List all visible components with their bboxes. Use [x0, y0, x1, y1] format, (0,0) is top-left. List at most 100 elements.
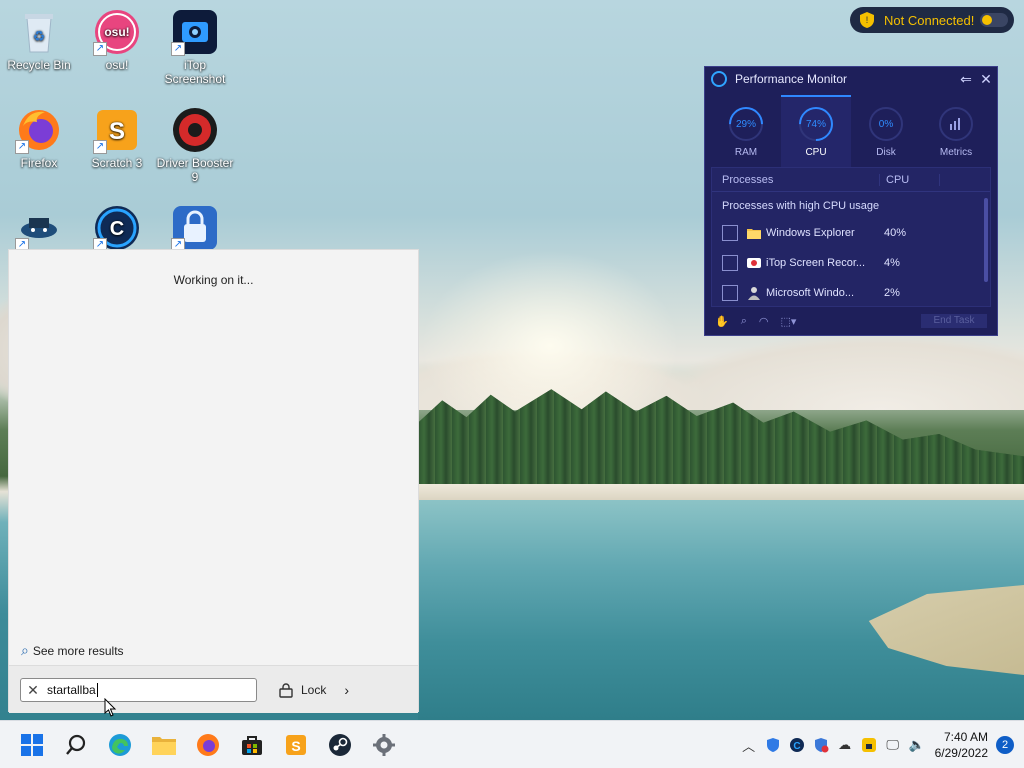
desktop-icon-driver-booster[interactable]: Driver Booster 9: [156, 106, 234, 184]
text-caret: [96, 683, 98, 698]
network-error-icon[interactable]: [809, 733, 833, 757]
game-icon: ↗: [15, 204, 63, 252]
search-query: startallba: [47, 683, 98, 698]
end-task-button[interactable]: End Task: [921, 314, 987, 328]
process-table: Processes CPU Processes with high CPU us…: [711, 167, 991, 307]
bar-chart-icon: [950, 118, 960, 130]
tab-ram[interactable]: 29% RAM: [711, 95, 781, 167]
tab-label: RAM: [734, 147, 758, 158]
desktop-icon-vpn[interactable]: ↗: [156, 204, 234, 254]
row-checkbox[interactable]: [722, 285, 738, 301]
connection-toggle[interactable]: [980, 13, 1008, 27]
search-icon: [66, 734, 86, 755]
lock-button[interactable]: Lock ›: [279, 678, 349, 702]
perf-footer: ✋ ⌕ ◠ ⬚▾ End Task: [705, 307, 997, 335]
mouse-cursor-icon: [104, 698, 117, 717]
disk-gauge-arc: [862, 100, 910, 148]
metrics-gauge: [939, 107, 973, 141]
desktop-icon-label: Recycle Bin: [7, 58, 71, 72]
vpn-lock-icon: ↗: [171, 204, 219, 252]
row-checkbox[interactable]: [722, 255, 738, 271]
start-bottom-bar: ✕ startallba Lock ›: [9, 665, 418, 713]
close-icon[interactable]: ✕: [979, 72, 993, 86]
ccleaner-tray-icon[interactable]: C: [785, 733, 809, 757]
notification-badge[interactable]: 2: [996, 736, 1014, 754]
taskbar-firefox[interactable]: [186, 725, 230, 765]
shortcut-arrow-icon: ↗: [15, 140, 29, 154]
svg-text:♻: ♻: [33, 28, 46, 44]
osu-icon: osu! ↗: [93, 8, 141, 56]
desktop-icon-game[interactable]: ↗: [0, 204, 78, 254]
search-icon[interactable]: ⌕: [741, 315, 747, 328]
perf-tabs: 29% RAM 74% CPU 0% Disk Metrics: [711, 95, 991, 167]
search-query-text: startallba: [47, 682, 96, 697]
speed-icon[interactable]: ◠: [759, 315, 769, 328]
display-icon[interactable]: 🖵: [881, 733, 905, 757]
edge-icon: [109, 733, 131, 756]
process-cpu: 2%: [884, 287, 900, 299]
volume-icon[interactable]: 🔈: [905, 733, 929, 757]
desktop-icon-itop-screenshot[interactable]: ↗ iTop Screenshot: [156, 8, 234, 86]
table-row[interactable]: Microsoft Windo... 2%: [712, 278, 990, 308]
lock-label: Lock: [301, 683, 327, 697]
start-button[interactable]: [10, 725, 54, 765]
taskbar-scratch[interactable]: S: [274, 725, 318, 765]
scratch-icon: S ↗: [93, 106, 141, 154]
process-name: Windows Explorer: [766, 227, 855, 239]
taskbar-steam[interactable]: [318, 725, 362, 765]
clock[interactable]: 7:40 AM 6/29/2022: [935, 729, 988, 761]
taskbar-settings[interactable]: [362, 725, 406, 765]
process-scrollbar[interactable]: [984, 198, 988, 282]
tab-cpu[interactable]: 74% CPU: [781, 95, 851, 167]
process-table-header: Processes CPU: [712, 168, 990, 192]
desktop-icon-label: osu!: [105, 58, 129, 72]
tab-label: Disk: [876, 147, 896, 158]
see-more-results-link[interactable]: ⌕ See more results: [21, 642, 124, 659]
steam-icon: [329, 733, 351, 756]
screen-capture-icon[interactable]: ⬚▾: [780, 315, 796, 328]
cpu-gauge-arc: [791, 99, 841, 149]
taskbar-store[interactable]: [230, 725, 274, 765]
app-logo-icon: [711, 71, 727, 87]
tab-metrics[interactable]: Metrics: [921, 95, 991, 167]
desktop-icon-recycle-bin[interactable]: ♻ Recycle Bin: [0, 8, 78, 72]
taskbar-file-explorer[interactable]: [142, 725, 186, 765]
start-search-panel: Working on it... ⌕ See more results ✕ st…: [8, 249, 419, 713]
ram-gauge: 29%: [721, 99, 771, 149]
svg-text:!: !: [866, 15, 869, 25]
vpn-tray-icon[interactable]: [857, 733, 881, 757]
desktop-icon-firefox[interactable]: ↗ Firefox: [0, 106, 78, 170]
desktop-icon-scratch[interactable]: S ↗ Scratch 3: [78, 106, 156, 170]
cloud-icon[interactable]: ☁: [833, 733, 857, 757]
back-icon[interactable]: ⇐: [959, 72, 973, 86]
tab-label: Metrics: [939, 147, 973, 158]
vpn-connection-status[interactable]: ! Not Connected!: [850, 7, 1014, 33]
cpu-gauge: 74%: [791, 99, 841, 149]
svg-text:C: C: [110, 218, 124, 240]
perf-title-bar: Performance Monitor ⇐ ✕: [705, 67, 997, 91]
row-checkbox[interactable]: [722, 225, 738, 241]
desktop-icon-osu[interactable]: osu! ↗ osu!: [78, 8, 156, 72]
column-cpu[interactable]: CPU: [880, 173, 940, 186]
chevron-up-icon[interactable]: ︿: [737, 733, 761, 757]
column-processes[interactable]: Processes: [712, 173, 880, 186]
wallpaper-sun: [420, 250, 680, 410]
clear-search-icon[interactable]: ✕: [23, 682, 43, 699]
taskbar-search-button[interactable]: [54, 725, 98, 765]
clock-time: 7:40 AM: [943, 730, 988, 744]
table-row[interactable]: Windows Explorer 40%: [712, 218, 990, 248]
process-name: iTop Screen Recor...: [766, 257, 866, 269]
table-row[interactable]: iTop Screen Recor... 4%: [712, 248, 990, 278]
recycle-bin-icon: ♻: [15, 8, 63, 56]
taskbar-edge[interactable]: [98, 725, 142, 765]
screen-recorder-icon: [747, 258, 761, 268]
pin-icon[interactable]: ✋: [715, 315, 729, 328]
search-icon: ⌕: [21, 642, 29, 658]
tab-disk[interactable]: 0% Disk: [851, 95, 921, 167]
desktop-icon-ccleaner[interactable]: C ↗: [78, 204, 156, 254]
search-input[interactable]: ✕ startallba: [20, 678, 257, 702]
ccleaner-icon: C ↗: [93, 204, 141, 252]
see-more-label: See more results: [32, 643, 124, 658]
performance-monitor-window: Performance Monitor ⇐ ✕ 29% RAM 74% CPU …: [704, 66, 998, 336]
shield-tray-icon[interactable]: [761, 733, 785, 757]
